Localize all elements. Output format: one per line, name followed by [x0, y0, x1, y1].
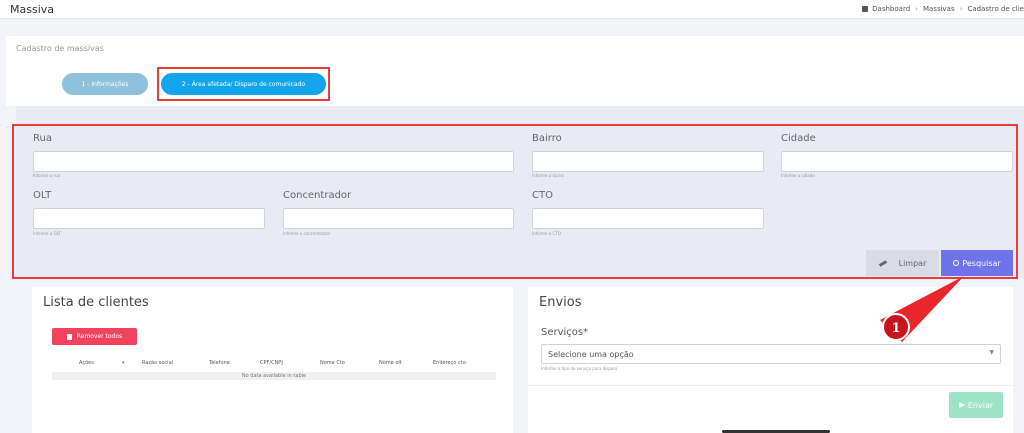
remove-all-label: Remover todos — [76, 333, 123, 340]
envios-card: Envios Serviços* Selecione uma opção ▼ I… — [528, 287, 1013, 433]
clients-card: Lista de clientes Remover todos Ações ▾ … — [32, 287, 513, 433]
breadcrumb: Dashboard › Massivas › Cadastro de clie — [862, 5, 1024, 13]
chevron-right-icon: › — [959, 5, 963, 13]
sort-icon[interactable]: ▾ — [122, 360, 125, 366]
dashboard-icon — [862, 6, 869, 12]
services-help: Informe o tipo de serviço para disparo — [541, 366, 618, 371]
form-title: Cadastro de massivas — [16, 44, 104, 53]
send-button-label: Enviar — [967, 400, 994, 410]
empty-table-row: No data available in table — [52, 372, 496, 380]
step-1-button[interactable]: 1 - Informações — [62, 73, 148, 95]
column-header-cpf-cnpj[interactable]: CPF/CNPJ — [260, 360, 283, 366]
trash-icon — [66, 333, 72, 340]
services-select-value: Selecione uma opção — [548, 350, 634, 359]
step-highlight-box — [157, 67, 330, 101]
breadcrumb-massivas[interactable]: Massivas — [923, 5, 955, 13]
chevron-right-icon: › — [915, 5, 918, 13]
column-header-nome-cto[interactable]: Nome Cto — [320, 360, 345, 366]
services-select[interactable]: Selecione uma opção ▼ — [541, 344, 1001, 364]
remove-all-button[interactable]: Remover todos — [52, 328, 137, 345]
filter-highlight-box — [12, 124, 1018, 279]
breadcrumb-cadastro: Cadastro de clie — [967, 5, 1024, 13]
column-header-razao-social[interactable]: Razão social — [142, 360, 173, 366]
column-header-endereco-cto[interactable]: Endereço cto — [433, 360, 466, 366]
services-label: Serviços* — [541, 327, 589, 338]
clients-title: Lista de clientes — [43, 295, 149, 310]
column-header-acoes[interactable]: Ações — [79, 360, 94, 366]
send-icon — [958, 402, 965, 408]
app-title: Massiva — [10, 3, 54, 16]
column-header-nome-olt[interactable]: Nome olt — [379, 360, 402, 366]
envios-title: Envios — [539, 295, 582, 310]
send-button[interactable]: Enviar — [949, 392, 1003, 418]
divider — [528, 385, 1013, 386]
top-bar: Massiva Dashboard › Massivas › Cadastro … — [0, 0, 1024, 19]
chevron-down-icon: ▼ — [989, 349, 994, 356]
breadcrumb-dashboard[interactable]: Dashboard — [872, 5, 910, 13]
column-header-telefone[interactable]: Telefone — [209, 360, 230, 366]
